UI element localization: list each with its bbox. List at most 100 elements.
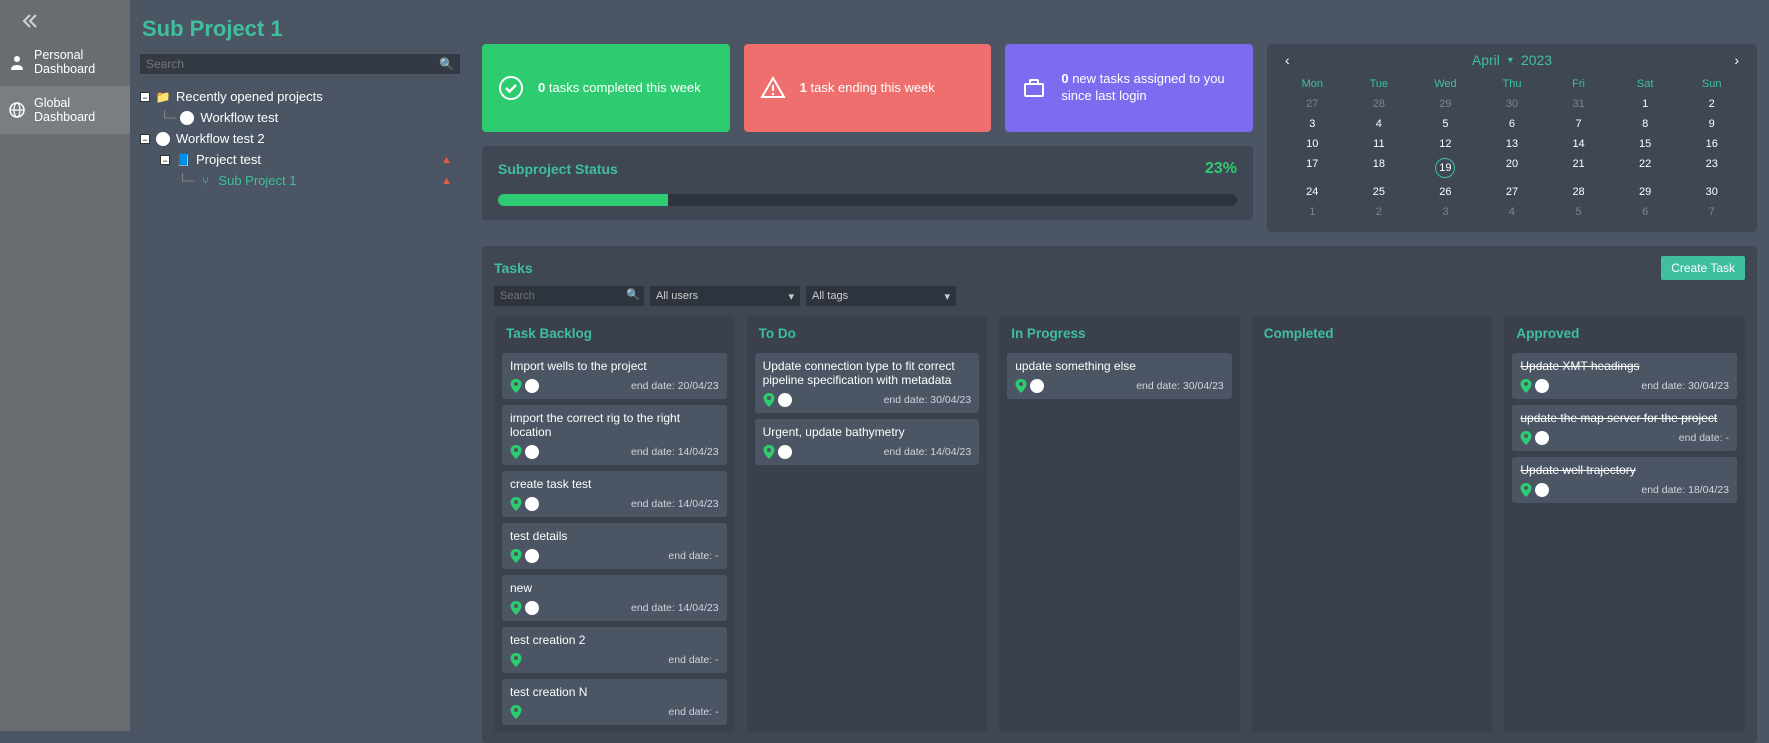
- calendar-day[interactable]: 24: [1279, 182, 1346, 202]
- calendar-day[interactable]: 1: [1279, 202, 1346, 222]
- task-card[interactable]: update the map server for the projectend…: [1512, 405, 1737, 451]
- calendar-day[interactable]: 21: [1545, 154, 1612, 182]
- task-title: create task test: [510, 477, 719, 491]
- tree-toggle-icon[interactable]: −: [160, 155, 170, 165]
- task-card[interactable]: Update XMT headingsend date: 30/04/23: [1512, 353, 1737, 399]
- calendar-day[interactable]: 27: [1279, 94, 1346, 114]
- calendar-day[interactable]: 22: [1612, 154, 1679, 182]
- calendar-day[interactable]: 9: [1678, 114, 1745, 134]
- calendar-day[interactable]: 25: [1346, 182, 1413, 202]
- task-card[interactable]: create task testend date: 14/04/23: [502, 471, 727, 517]
- tree-label: Project test: [196, 152, 261, 167]
- calendar-day[interactable]: 15: [1612, 134, 1679, 154]
- calendar-day[interactable]: 10: [1279, 134, 1346, 154]
- calendar-prev-icon[interactable]: ‹: [1285, 52, 1290, 68]
- tree-node-project[interactable]: − 📘 Project test ▲: [140, 149, 460, 170]
- calendar-day[interactable]: 30: [1479, 94, 1546, 114]
- column-title: In Progress: [1007, 324, 1232, 343]
- calendar-day[interactable]: 26: [1412, 182, 1479, 202]
- task-card[interactable]: newend date: 14/04/23: [502, 575, 727, 621]
- calendar-next-icon[interactable]: ›: [1734, 52, 1739, 68]
- task-card[interactable]: test creation Nend date: -: [502, 679, 727, 725]
- avatar-icon: [180, 111, 194, 125]
- task-card[interactable]: Update well trajectoryend date: 18/04/23: [1512, 457, 1737, 503]
- search-icon: 🔍: [439, 57, 454, 71]
- assignee-avatar: [1535, 431, 1549, 445]
- tree-label: Workflow test 2: [176, 131, 265, 146]
- calendar-day[interactable]: 23: [1678, 154, 1745, 182]
- calendar-day[interactable]: 29: [1412, 94, 1479, 114]
- calendar-day[interactable]: 29: [1612, 182, 1679, 202]
- briefcase-icon: [1021, 75, 1047, 101]
- calendar-day[interactable]: 16: [1678, 134, 1745, 154]
- calendar-day[interactable]: 7: [1678, 202, 1745, 222]
- calendar-day[interactable]: 28: [1545, 182, 1612, 202]
- user-icon: [8, 53, 26, 71]
- nav-global-dashboard[interactable]: Global Dashboard: [0, 86, 130, 134]
- task-card[interactable]: test detailsend date: -: [502, 523, 727, 569]
- calendar-day[interactable]: 6: [1479, 114, 1546, 134]
- location-pin-icon: [763, 393, 775, 407]
- calendar-day[interactable]: 5: [1412, 114, 1479, 134]
- task-card[interactable]: import the correct rig to the right loca…: [502, 405, 727, 465]
- calendar-day[interactable]: 20: [1479, 154, 1546, 182]
- chevron-down-icon[interactable]: ▾: [1508, 55, 1513, 66]
- task-card[interactable]: test creation 2end date: -: [502, 627, 727, 673]
- filter-tags-select[interactable]: All tags▾: [806, 286, 956, 306]
- tree-node-workflow[interactable]: └─ Workflow test: [140, 107, 460, 128]
- calendar-day[interactable]: 30: [1678, 182, 1745, 202]
- calendar-day[interactable]: 5: [1545, 202, 1612, 222]
- calendar-day[interactable]: 12: [1412, 134, 1479, 154]
- tree-toggle-icon[interactable]: −: [140, 92, 150, 102]
- calendar-day[interactable]: 8: [1612, 114, 1679, 134]
- nav-personal-dashboard[interactable]: Personal Dashboard: [0, 38, 130, 86]
- calendar-day[interactable]: 31: [1545, 94, 1612, 114]
- calendar-day[interactable]: 1: [1612, 94, 1679, 114]
- warning-icon: ▲: [441, 175, 452, 187]
- tree-toggle-icon[interactable]: −: [140, 134, 150, 144]
- calendar-day[interactable]: 3: [1412, 202, 1479, 222]
- top-row: 0 tasks completed this week 1 task endin…: [482, 44, 1757, 232]
- tree-search-input[interactable]: [140, 54, 460, 74]
- column-title: Task Backlog: [502, 324, 727, 343]
- calendar-day[interactable]: 6: [1612, 202, 1679, 222]
- calendar-day[interactable]: 17: [1279, 154, 1346, 182]
- location-pin-icon: [1015, 379, 1027, 393]
- warning-icon: ▲: [441, 154, 452, 166]
- calendar-day[interactable]: 2: [1678, 94, 1745, 114]
- assignee-avatar: [525, 497, 539, 511]
- location-pin-icon: [510, 445, 522, 459]
- tree-node-workflow2[interactable]: − Workflow test 2: [140, 128, 460, 149]
- calendar-day[interactable]: 27: [1479, 182, 1546, 202]
- task-title: test creation 2: [510, 633, 719, 647]
- task-card[interactable]: Import wells to the projectend date: 20/…: [502, 353, 727, 399]
- tree-node-subproject[interactable]: └─ ⑂ Sub Project 1 ▲: [140, 170, 460, 191]
- calendar-day[interactable]: 28: [1346, 94, 1413, 114]
- calendar-day[interactable]: 14: [1545, 134, 1612, 154]
- tree-label: Workflow test: [200, 110, 278, 125]
- task-card[interactable]: Urgent, update bathymetryend date: 14/04…: [755, 419, 980, 465]
- tasks-search-input[interactable]: [494, 286, 644, 306]
- calendar-day[interactable]: 4: [1479, 202, 1546, 222]
- collapse-sidebar-icon[interactable]: [0, 10, 130, 38]
- task-card[interactable]: Update connection type to fit correct pi…: [755, 353, 980, 413]
- assignee-avatar: [525, 549, 539, 563]
- tree-node-recent[interactable]: − 📁 Recently opened projects: [140, 86, 460, 107]
- nav-label: Personal Dashboard: [34, 48, 122, 76]
- check-circle-icon: [498, 75, 524, 101]
- calendar-day[interactable]: 4: [1346, 114, 1413, 134]
- calendar-day[interactable]: 7: [1545, 114, 1612, 134]
- calendar-day[interactable]: 2: [1346, 202, 1413, 222]
- calendar-day[interactable]: 11: [1346, 134, 1413, 154]
- location-pin-icon: [1520, 431, 1532, 445]
- assignee-avatar: [525, 379, 539, 393]
- calendar-year[interactable]: 2023: [1521, 52, 1552, 68]
- calendar-day[interactable]: 18: [1346, 154, 1413, 182]
- task-card[interactable]: update something elseend date: 30/04/23: [1007, 353, 1232, 399]
- calendar-month[interactable]: April: [1472, 52, 1500, 68]
- calendar-day[interactable]: 13: [1479, 134, 1546, 154]
- calendar-day[interactable]: 3: [1279, 114, 1346, 134]
- create-task-button[interactable]: Create Task: [1661, 256, 1745, 280]
- calendar-day[interactable]: 19: [1412, 154, 1479, 182]
- filter-users-select[interactable]: All users▾: [650, 286, 800, 306]
